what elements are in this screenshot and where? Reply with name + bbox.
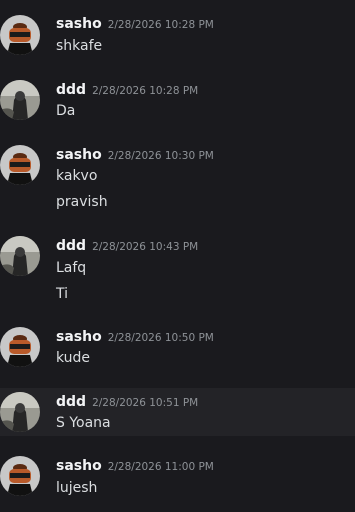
message-text: shkafe bbox=[56, 38, 103, 54]
message-group[interactable]: sasho 2/28/2026 10:50 PM kude bbox=[0, 324, 355, 388]
sasho-avatar[interactable] bbox=[0, 327, 40, 367]
message-text: kakvo bbox=[56, 168, 98, 184]
username[interactable]: sasho bbox=[56, 458, 102, 474]
message-group-highlighted[interactable]: ddd 2/28/2026 10:51 PM S Yoana bbox=[0, 388, 355, 436]
message-text: lujesh bbox=[56, 480, 98, 496]
username[interactable]: ddd bbox=[56, 82, 86, 98]
message-group[interactable]: sasho 2/28/2026 11:00 PM lujesh bbox=[0, 436, 355, 512]
timestamp: 2/28/2026 10:50 PM bbox=[107, 332, 214, 344]
username[interactable]: sasho bbox=[56, 147, 102, 163]
timestamp: 2/28/2026 10:51 PM bbox=[92, 397, 199, 409]
message-group[interactable]: sasho 2/28/2026 10:28 PM shkafe bbox=[0, 0, 355, 64]
timestamp: 2/28/2026 11:00 PM bbox=[107, 461, 214, 473]
ddd-avatar[interactable] bbox=[0, 236, 40, 276]
sasho-avatar[interactable] bbox=[0, 145, 40, 185]
message-text: Lafq bbox=[56, 260, 87, 276]
message-text: Ti bbox=[56, 286, 69, 302]
timestamp: 2/28/2026 10:28 PM bbox=[92, 85, 199, 97]
timestamp: 2/28/2026 10:28 PM bbox=[107, 19, 214, 31]
message-text: S Yoana bbox=[56, 415, 111, 431]
message-group[interactable]: ddd 2/28/2026 10:43 PM Lafq Ti bbox=[0, 224, 355, 324]
chat-message-list: sasho 2/28/2026 10:28 PM shkafe ddd 2/28/2… bbox=[0, 0, 355, 512]
sasho-avatar[interactable] bbox=[0, 456, 40, 496]
sasho-avatar[interactable] bbox=[0, 15, 40, 55]
username[interactable]: sasho bbox=[56, 329, 102, 345]
username[interactable]: sasho bbox=[56, 16, 102, 32]
message-group[interactable]: ddd 2/28/2026 10:28 PM Da bbox=[0, 64, 355, 124]
ddd-avatar[interactable] bbox=[0, 80, 40, 120]
message-text: Da bbox=[56, 103, 76, 119]
message-text: pravish bbox=[56, 194, 108, 210]
timestamp: 2/28/2026 10:43 PM bbox=[92, 241, 199, 253]
ddd-avatar[interactable] bbox=[0, 392, 40, 432]
username[interactable]: ddd bbox=[56, 394, 86, 410]
message-text: kude bbox=[56, 350, 91, 366]
message-group[interactable]: sasho 2/28/2026 10:30 PM kakvo pravish bbox=[0, 124, 355, 224]
username[interactable]: ddd bbox=[56, 238, 86, 254]
timestamp: 2/28/2026 10:30 PM bbox=[107, 150, 214, 162]
